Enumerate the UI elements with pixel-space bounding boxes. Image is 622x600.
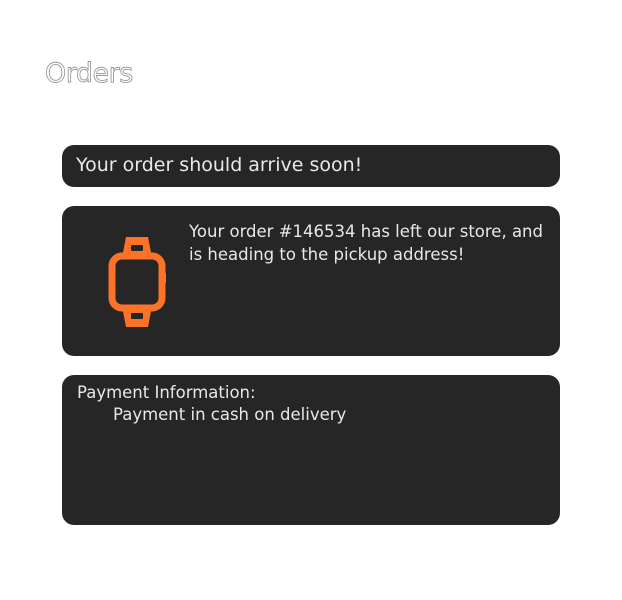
payment-info-card: Payment Information: Payment in cash on … [62,375,560,525]
shipping-status-card: Your order #146534 has left our store, a… [62,206,560,356]
payment-method-text: Payment in cash on delivery [113,405,347,424]
order-status-message: Your order should arrive soon! [76,154,363,176]
shipping-message: Your order #146534 has left our store, a… [189,222,543,264]
page-title: Orders [45,58,134,90]
payment-info-heading: Payment Information: [77,383,256,402]
order-status-card: Your order should arrive soon! [62,145,560,187]
smartwatch-icon [108,237,166,327]
